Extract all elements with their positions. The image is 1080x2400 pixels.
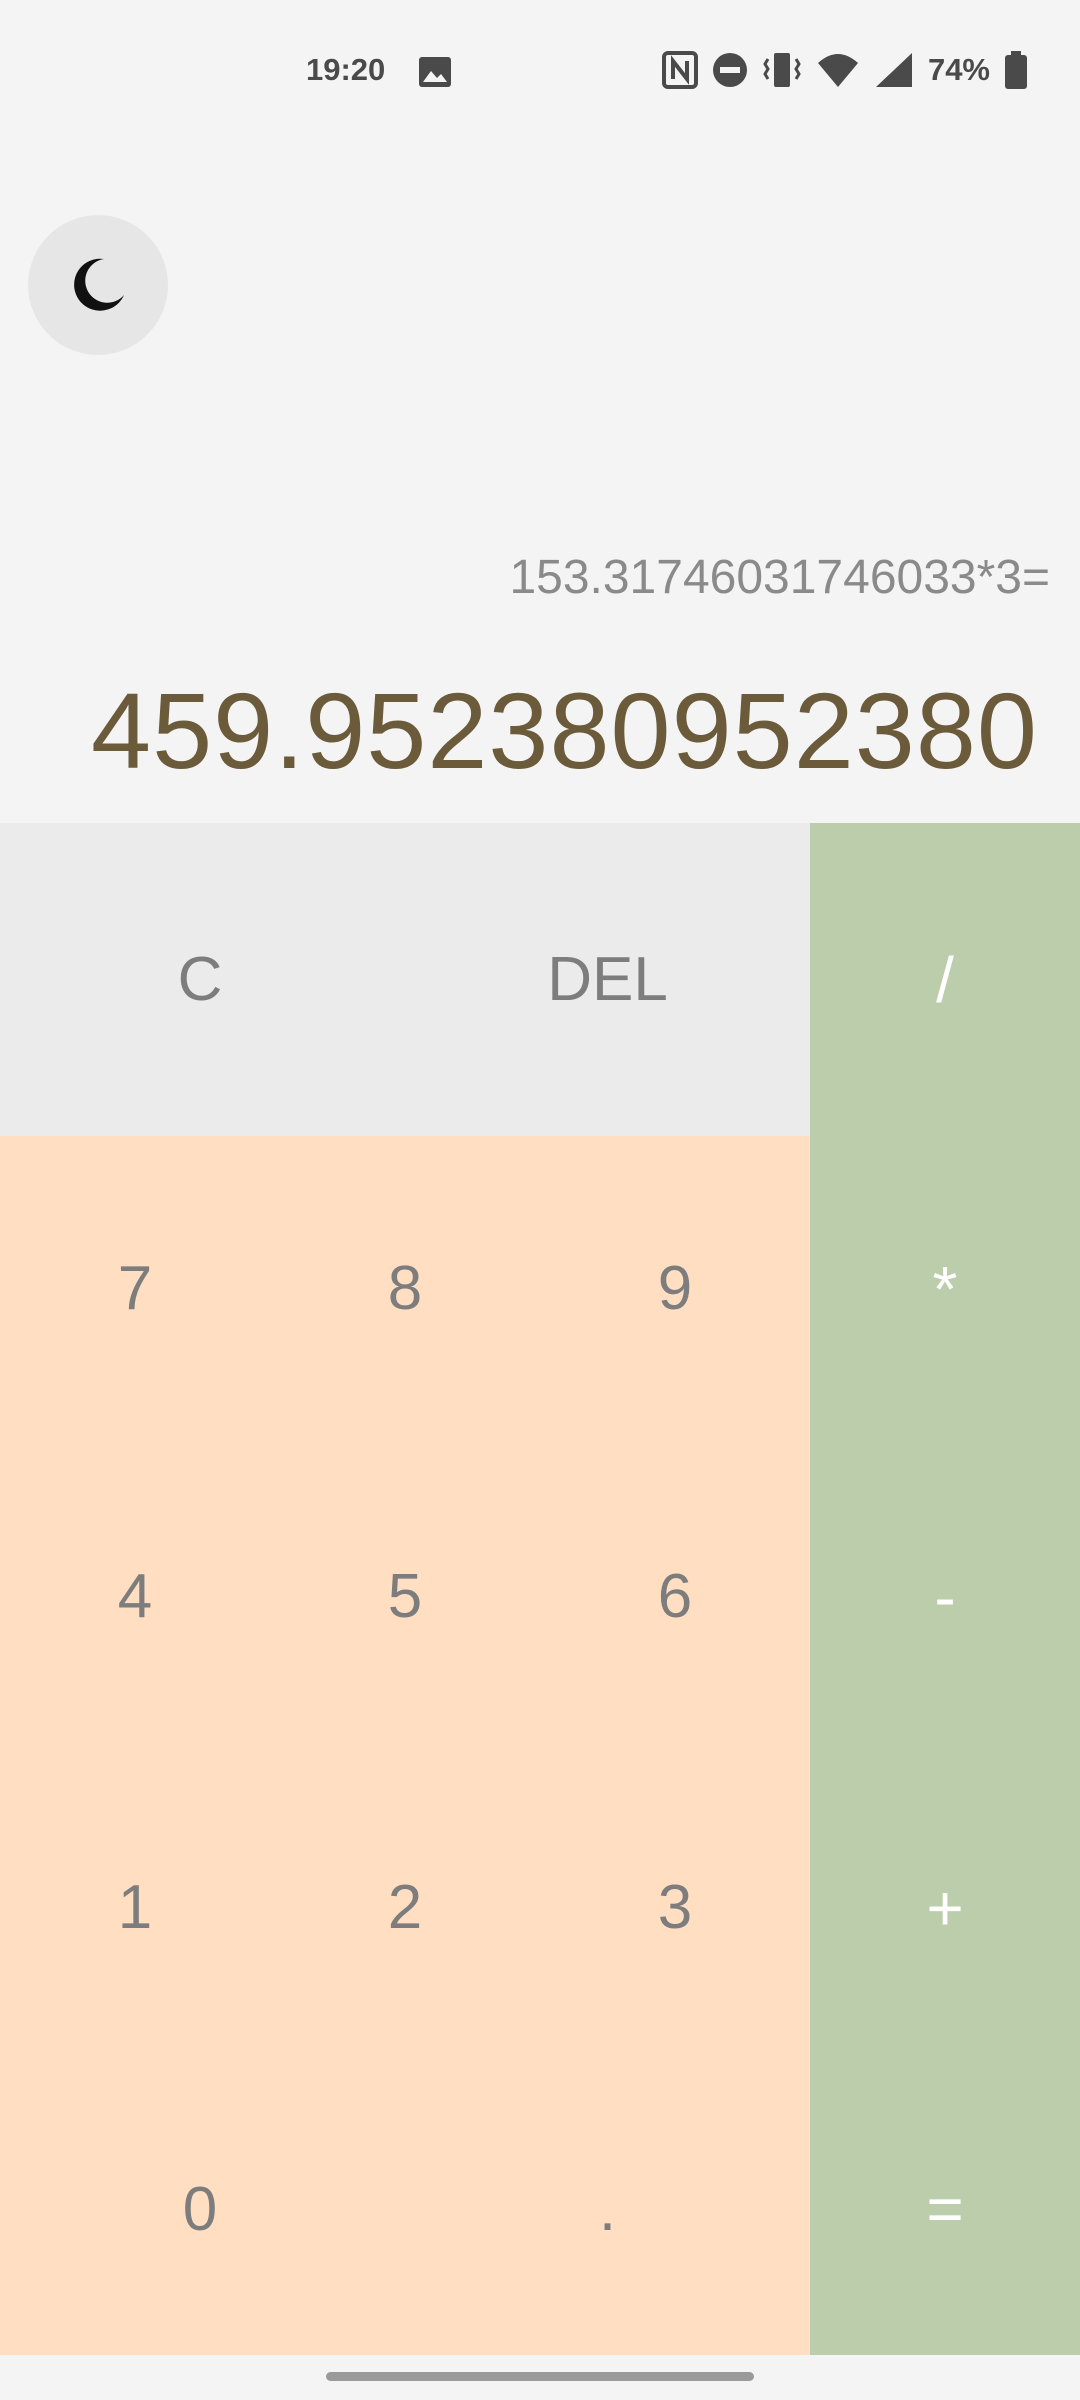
digit-3-button[interactable]: 3: [540, 1752, 810, 2063]
nfc-icon: [661, 51, 698, 89]
digit-5-button[interactable]: 5: [270, 1441, 540, 1752]
result-display: 459.952380952380: [91, 670, 1038, 791]
digit-7-button[interactable]: 7: [0, 1136, 270, 1441]
digit-1-button[interactable]: 1: [0, 1752, 270, 2063]
navigation-bar: [0, 2355, 1080, 2400]
keypad: C DEL / * - + = 7 8 9 4 5 6 1 2 3 0 .: [0, 823, 1080, 2355]
expression-display: 153.31746031746033*3=: [509, 551, 1050, 604]
status-bar: 19:20 74%: [0, 0, 1080, 142]
digit-0-button[interactable]: 0: [0, 2063, 400, 2355]
dnd-icon: [712, 53, 747, 87]
digit-8-button[interactable]: 8: [270, 1136, 540, 1441]
digit-9-button[interactable]: 9: [540, 1136, 810, 1441]
multiply-button[interactable]: *: [810, 1136, 1080, 1441]
status-icons: 74%: [661, 48, 1028, 92]
delete-button[interactable]: DEL: [405, 823, 810, 1136]
image-icon: [419, 57, 451, 87]
equals-button[interactable]: =: [810, 2063, 1080, 2355]
decimal-point-button[interactable]: .: [405, 2063, 810, 2355]
plus-button[interactable]: +: [810, 1752, 1080, 2063]
wifi-icon: [817, 54, 858, 87]
gesture-handle[interactable]: [326, 2372, 754, 2381]
battery-icon: [1005, 51, 1027, 89]
divide-button[interactable]: /: [810, 823, 1080, 1136]
signal-icon: [875, 53, 912, 87]
digit-4-button[interactable]: 4: [0, 1441, 270, 1752]
clear-button[interactable]: C: [0, 823, 400, 1136]
minus-button[interactable]: -: [810, 1441, 1080, 1752]
moon-icon: [74, 258, 124, 311]
vibrate-icon: [763, 53, 801, 87]
digit-2-button[interactable]: 2: [270, 1752, 540, 2063]
digit-6-button[interactable]: 6: [540, 1441, 810, 1752]
theme-toggle-button[interactable]: [28, 215, 168, 355]
status-time: 19:20: [306, 52, 386, 87]
battery-percent: 74%: [927, 52, 990, 87]
